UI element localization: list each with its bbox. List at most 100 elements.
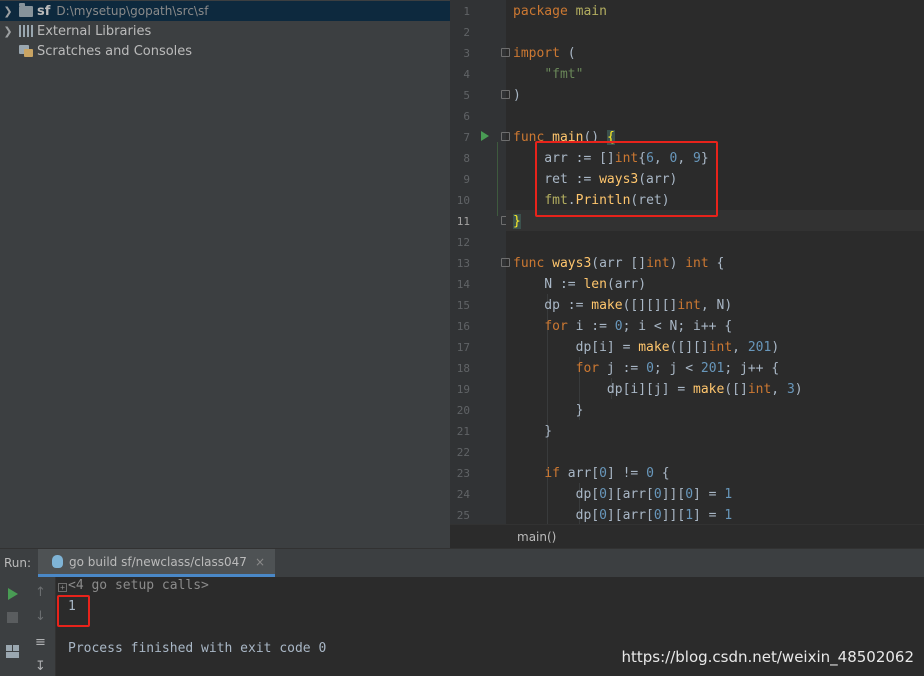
code-editor[interactable]: 1 2 3 4 5 6 7 8 9 10 11 12 13 14 15 16 17 18 19 20 21 22 23 24 2… xyxy=(450,0,924,548)
code-line[interactable]: dp[i][j] = make([]int, 3) xyxy=(513,379,803,400)
code-token: ) xyxy=(513,88,521,103)
code-line[interactable]: dp := make([][][]int, N) xyxy=(513,295,732,316)
line-number: 5 xyxy=(463,89,470,102)
code-token: j := xyxy=(599,361,647,376)
expand-icon[interactable]: + xyxy=(58,583,67,592)
code-token: 1 xyxy=(724,508,733,523)
code-line[interactable]: package main xyxy=(513,1,607,22)
run-tab-title: go build sf/newclass/class047 xyxy=(69,554,247,569)
run-gutter-icon[interactable] xyxy=(481,131,489,141)
stop-button[interactable] xyxy=(7,612,18,623)
code-token: { xyxy=(708,256,725,271)
line-number: 17 xyxy=(456,341,470,354)
code-token: ways3 xyxy=(552,256,592,271)
code-token: dp := xyxy=(513,298,592,313)
project-root-path: D:\mysetup\gopath\src\sf xyxy=(56,4,209,18)
code-token: 3 xyxy=(786,382,795,397)
code-line[interactable]: } xyxy=(513,421,552,442)
code-token: func xyxy=(513,256,553,271)
code-token: "fmt" xyxy=(544,67,584,82)
rerun-button[interactable] xyxy=(8,588,18,600)
code-token: i := xyxy=(567,319,615,334)
code-token: dp[ xyxy=(513,487,600,502)
code-line[interactable]: if arr[0] != 0 { xyxy=(513,463,670,484)
code-line[interactable]: dp[0][arr[0]][0] = 1 xyxy=(513,484,733,505)
chevron-right-icon[interactable]: ❯ xyxy=(0,5,16,18)
code-line[interactable]: for i := 0; i < N; i++ { xyxy=(513,316,732,337)
scratches-icon xyxy=(19,45,33,57)
line-number: 14 xyxy=(456,278,470,291)
breadcrumb-item[interactable]: main() xyxy=(517,530,556,544)
project-root-name: sf xyxy=(37,3,51,19)
line-number: 21 xyxy=(456,425,470,438)
code-line[interactable]: ) xyxy=(513,85,521,106)
scroll-to-end-icon[interactable]: ↧ xyxy=(35,659,46,674)
tree-item-label: Scratches and Consoles xyxy=(37,43,193,59)
chevron-right-icon[interactable]: ❯ xyxy=(0,25,16,38)
arrow-down-icon[interactable]: ↓ xyxy=(35,609,46,624)
code-token: int xyxy=(685,256,709,271)
code-token: len xyxy=(583,277,607,292)
tree-item-external-libraries[interactable]: ❯ External Libraries xyxy=(0,21,450,41)
code-line[interactable]: N := len(arr) xyxy=(513,274,646,295)
code-area[interactable]: package main import ( "fmt") func main () {… xyxy=(506,0,924,524)
code-token: 0 xyxy=(599,508,607,523)
breadcrumb[interactable]: main() xyxy=(450,524,924,548)
line-number: 7 xyxy=(463,131,470,144)
code-token: 1 xyxy=(724,487,733,502)
line-number: 6 xyxy=(463,110,470,123)
code-token: 201 xyxy=(700,361,725,376)
highlight-box-code xyxy=(535,141,718,217)
code-token: make xyxy=(638,340,670,355)
code-token: ; j < xyxy=(653,361,701,376)
console-setup-calls[interactable]: <4 go setup calls> xyxy=(68,578,209,593)
code-line[interactable]: "fmt" xyxy=(513,64,583,85)
code-token: ; j++ { xyxy=(724,361,780,376)
line-number: 18 xyxy=(456,362,470,375)
code-token: (arr [] xyxy=(591,256,647,271)
code-token: { xyxy=(653,466,670,481)
tree-item-scratches[interactable]: Scratches and Consoles xyxy=(0,41,450,61)
line-number: 20 xyxy=(456,404,470,417)
editor-gutter[interactable]: 1 2 3 4 5 6 7 8 9 10 11 12 13 14 15 16 17 18 19 20 21 22 23 24 2… xyxy=(450,0,510,524)
run-tool-window: Run: go build sf/newclass/class047 × ↑ ↓… xyxy=(0,548,924,676)
run-header: Run: go build sf/newclass/class047 × xyxy=(0,549,924,577)
code-token: ) xyxy=(669,256,686,271)
soft-wrap-icon[interactable]: ≡ xyxy=(35,635,46,650)
code-token: ) xyxy=(771,340,780,355)
code-token: dp[i] = xyxy=(513,340,639,355)
run-config-tab[interactable]: go build sf/newclass/class047 × xyxy=(38,549,276,577)
code-token: } xyxy=(513,403,584,418)
close-icon[interactable]: × xyxy=(255,555,265,569)
code-line[interactable]: dp[i] = make([][]int, 201) xyxy=(513,337,780,358)
code-line[interactable]: for j := 0; j < 201; j++ { xyxy=(513,358,780,379)
code-token: ( xyxy=(559,46,576,61)
code-token: ] = xyxy=(693,508,725,523)
run-label: Run: xyxy=(4,556,32,570)
line-number: 22 xyxy=(456,446,470,459)
tree-item-sf[interactable]: ❯ sf D:\mysetup\gopath\src\sf xyxy=(0,1,450,21)
arrow-up-icon[interactable]: ↑ xyxy=(35,585,46,600)
line-number: 24 xyxy=(456,488,470,501)
code-line[interactable]: dp[0][arr[0]][1] = 1 xyxy=(513,505,733,526)
code-line[interactable]: } xyxy=(513,400,584,421)
code-token: dp[i][j] = xyxy=(513,382,694,397)
line-number: 2 xyxy=(463,26,470,39)
code-line[interactable]: func ways3(arr []int) int { xyxy=(513,253,724,274)
code-line[interactable]: import ( xyxy=(513,43,576,64)
line-number: 23 xyxy=(456,467,470,480)
project-tool-window: ❯ sf D:\mysetup\gopath\src\sf ❯ External… xyxy=(0,0,450,548)
code-token: for xyxy=(575,361,600,376)
code-token: ] = xyxy=(693,487,725,502)
code-token: 0 xyxy=(599,487,607,502)
code-token: ([][][] xyxy=(622,298,678,313)
code-token: arr[ xyxy=(559,466,600,481)
code-token: } xyxy=(513,214,521,229)
code-line[interactable]: } xyxy=(513,211,521,232)
code-token: 1 xyxy=(685,508,694,523)
code-token: , N) xyxy=(700,298,733,313)
layout-icon[interactable] xyxy=(6,645,19,658)
line-number: 8 xyxy=(463,152,470,165)
